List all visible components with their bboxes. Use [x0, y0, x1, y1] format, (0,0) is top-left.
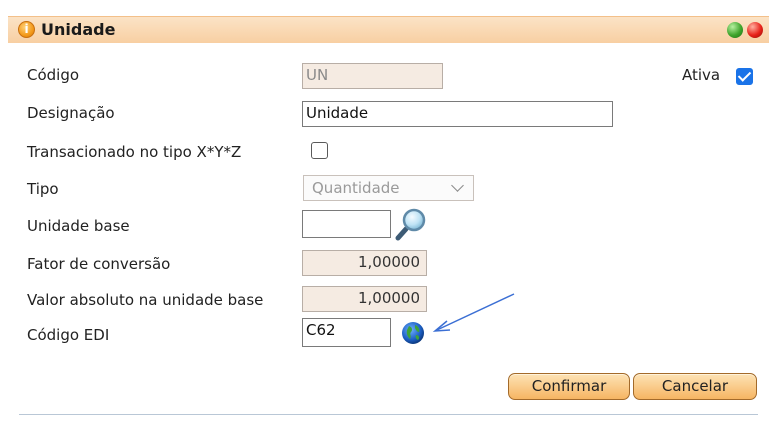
- cancel-button[interactable]: Cancelar: [633, 373, 757, 400]
- ativa-checkbox[interactable]: [736, 68, 753, 85]
- confirm-button[interactable]: Confirmar: [508, 373, 630, 400]
- designacao-label: Designação: [27, 104, 115, 122]
- unidade-dialog: i Unidade Código UN Ativa Designação Uni…: [0, 0, 769, 427]
- codigo-edi-label: Código EDI: [27, 326, 110, 344]
- bottom-divider: [19, 414, 758, 415]
- tipo-selected-value: Quantidade: [312, 179, 400, 197]
- tipo-select[interactable]: Quantidade: [303, 175, 474, 201]
- chevron-down-icon: [451, 179, 464, 192]
- transacionado-checkbox[interactable]: [311, 142, 328, 159]
- unidade-base-field[interactable]: [302, 210, 391, 238]
- red-close-button-icon[interactable]: [747, 22, 763, 38]
- title-bar: i Unidade: [8, 16, 769, 43]
- ativa-label: Ativa: [682, 66, 721, 84]
- tipo-label: Tipo: [27, 180, 59, 198]
- designacao-field[interactable]: Unidade: [302, 101, 613, 127]
- dialog-title: Unidade: [41, 20, 116, 39]
- fator-field: 1,00000: [302, 250, 427, 276]
- codigo-label: Código: [27, 66, 80, 84]
- fator-label: Fator de conversão: [27, 255, 171, 273]
- transacionado-label: Transacionado no tipo X*Y*Z: [27, 143, 242, 161]
- info-icon: i: [18, 21, 35, 38]
- valor-absoluto-field: 1,00000: [302, 286, 427, 312]
- annotation-arrow: [432, 293, 515, 332]
- magnifier-icon[interactable]: [394, 207, 428, 241]
- globe-icon[interactable]: [400, 320, 426, 346]
- green-window-button-icon[interactable]: [727, 22, 743, 38]
- valor-absoluto-label: Valor absoluto na unidade base: [27, 291, 264, 309]
- codigo-edi-field[interactable]: C62: [302, 318, 391, 347]
- unidade-base-label: Unidade base: [27, 217, 130, 235]
- codigo-field: UN: [302, 63, 443, 89]
